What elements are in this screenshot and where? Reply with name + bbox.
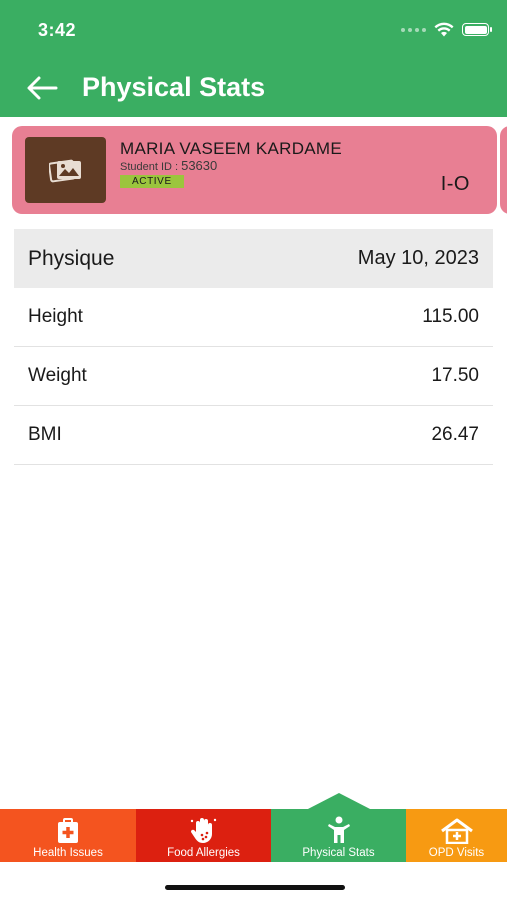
student-class: I-O	[440, 173, 470, 195]
stat-row-height: Height 115.00	[14, 288, 493, 347]
stat-value: 26.47	[431, 424, 479, 445]
physique-title: Physique	[28, 246, 115, 270]
tab-opd-visits[interactable]: OPD Visits	[406, 809, 507, 862]
bottom-tab-bar: Health Issues Food Allergies Physical St…	[0, 809, 507, 862]
tab-food-allergies[interactable]: Food Allergies	[136, 809, 271, 862]
physique-date: May 10, 2023	[357, 247, 479, 269]
status-badge: ACTIVE	[120, 175, 184, 188]
selected-tab-indicator	[306, 793, 372, 810]
student-id-label: Student ID :	[120, 161, 179, 173]
home-indicator[interactable]	[165, 885, 345, 890]
stat-label: Weight	[28, 365, 87, 386]
app-header: 3:42 Physical Stats	[0, 0, 507, 117]
battery-icon	[462, 23, 492, 36]
wifi-icon	[434, 22, 454, 37]
student-name: MARIA VASEEM KARDAME	[120, 139, 343, 158]
stat-value: 115.00	[422, 306, 479, 327]
tab-physical-stats[interactable]: Physical Stats	[271, 809, 406, 862]
back-button[interactable]	[22, 70, 62, 106]
stat-label: Height	[28, 306, 83, 327]
cellular-signal-icon	[401, 27, 426, 32]
stat-label: BMI	[28, 424, 62, 445]
allergy-hand-icon	[190, 818, 216, 843]
status-time: 3:42	[38, 20, 77, 40]
student-id: Student ID : 53630	[120, 158, 217, 173]
status-bar: 3:42	[0, 0, 507, 56]
arrow-left-icon	[27, 76, 58, 100]
person-icon	[327, 816, 350, 843]
student-id-value: 53630	[181, 158, 218, 173]
stat-value: 17.50	[431, 365, 479, 386]
page-title: Physical Stats	[82, 72, 266, 102]
nav-bar: Physical Stats	[0, 62, 507, 114]
physique-table: Physique May 10, 2023 Height 115.00 Weig…	[14, 229, 493, 465]
tab-label: Physical Stats	[302, 847, 375, 859]
tab-label: OPD Visits	[428, 847, 485, 859]
status-icons	[401, 22, 492, 37]
stat-row-weight: Weight 17.50	[14, 347, 493, 406]
hospital-icon	[440, 818, 473, 844]
student-avatar	[25, 137, 106, 203]
tab-label: Health Issues	[33, 847, 103, 859]
tab-label: Food Allergies	[167, 847, 240, 859]
tab-health-issues[interactable]: Health Issues	[0, 809, 136, 862]
physique-header: Physique May 10, 2023	[14, 229, 493, 288]
next-student-card[interactable]	[500, 126, 507, 214]
student-card[interactable]: MARIA VASEEM KARDAME Student ID : 53630 …	[12, 126, 497, 214]
medical-kit-icon	[58, 818, 78, 843]
image-placeholder-icon	[48, 159, 81, 183]
stat-row-bmi: BMI 26.47	[14, 406, 493, 465]
